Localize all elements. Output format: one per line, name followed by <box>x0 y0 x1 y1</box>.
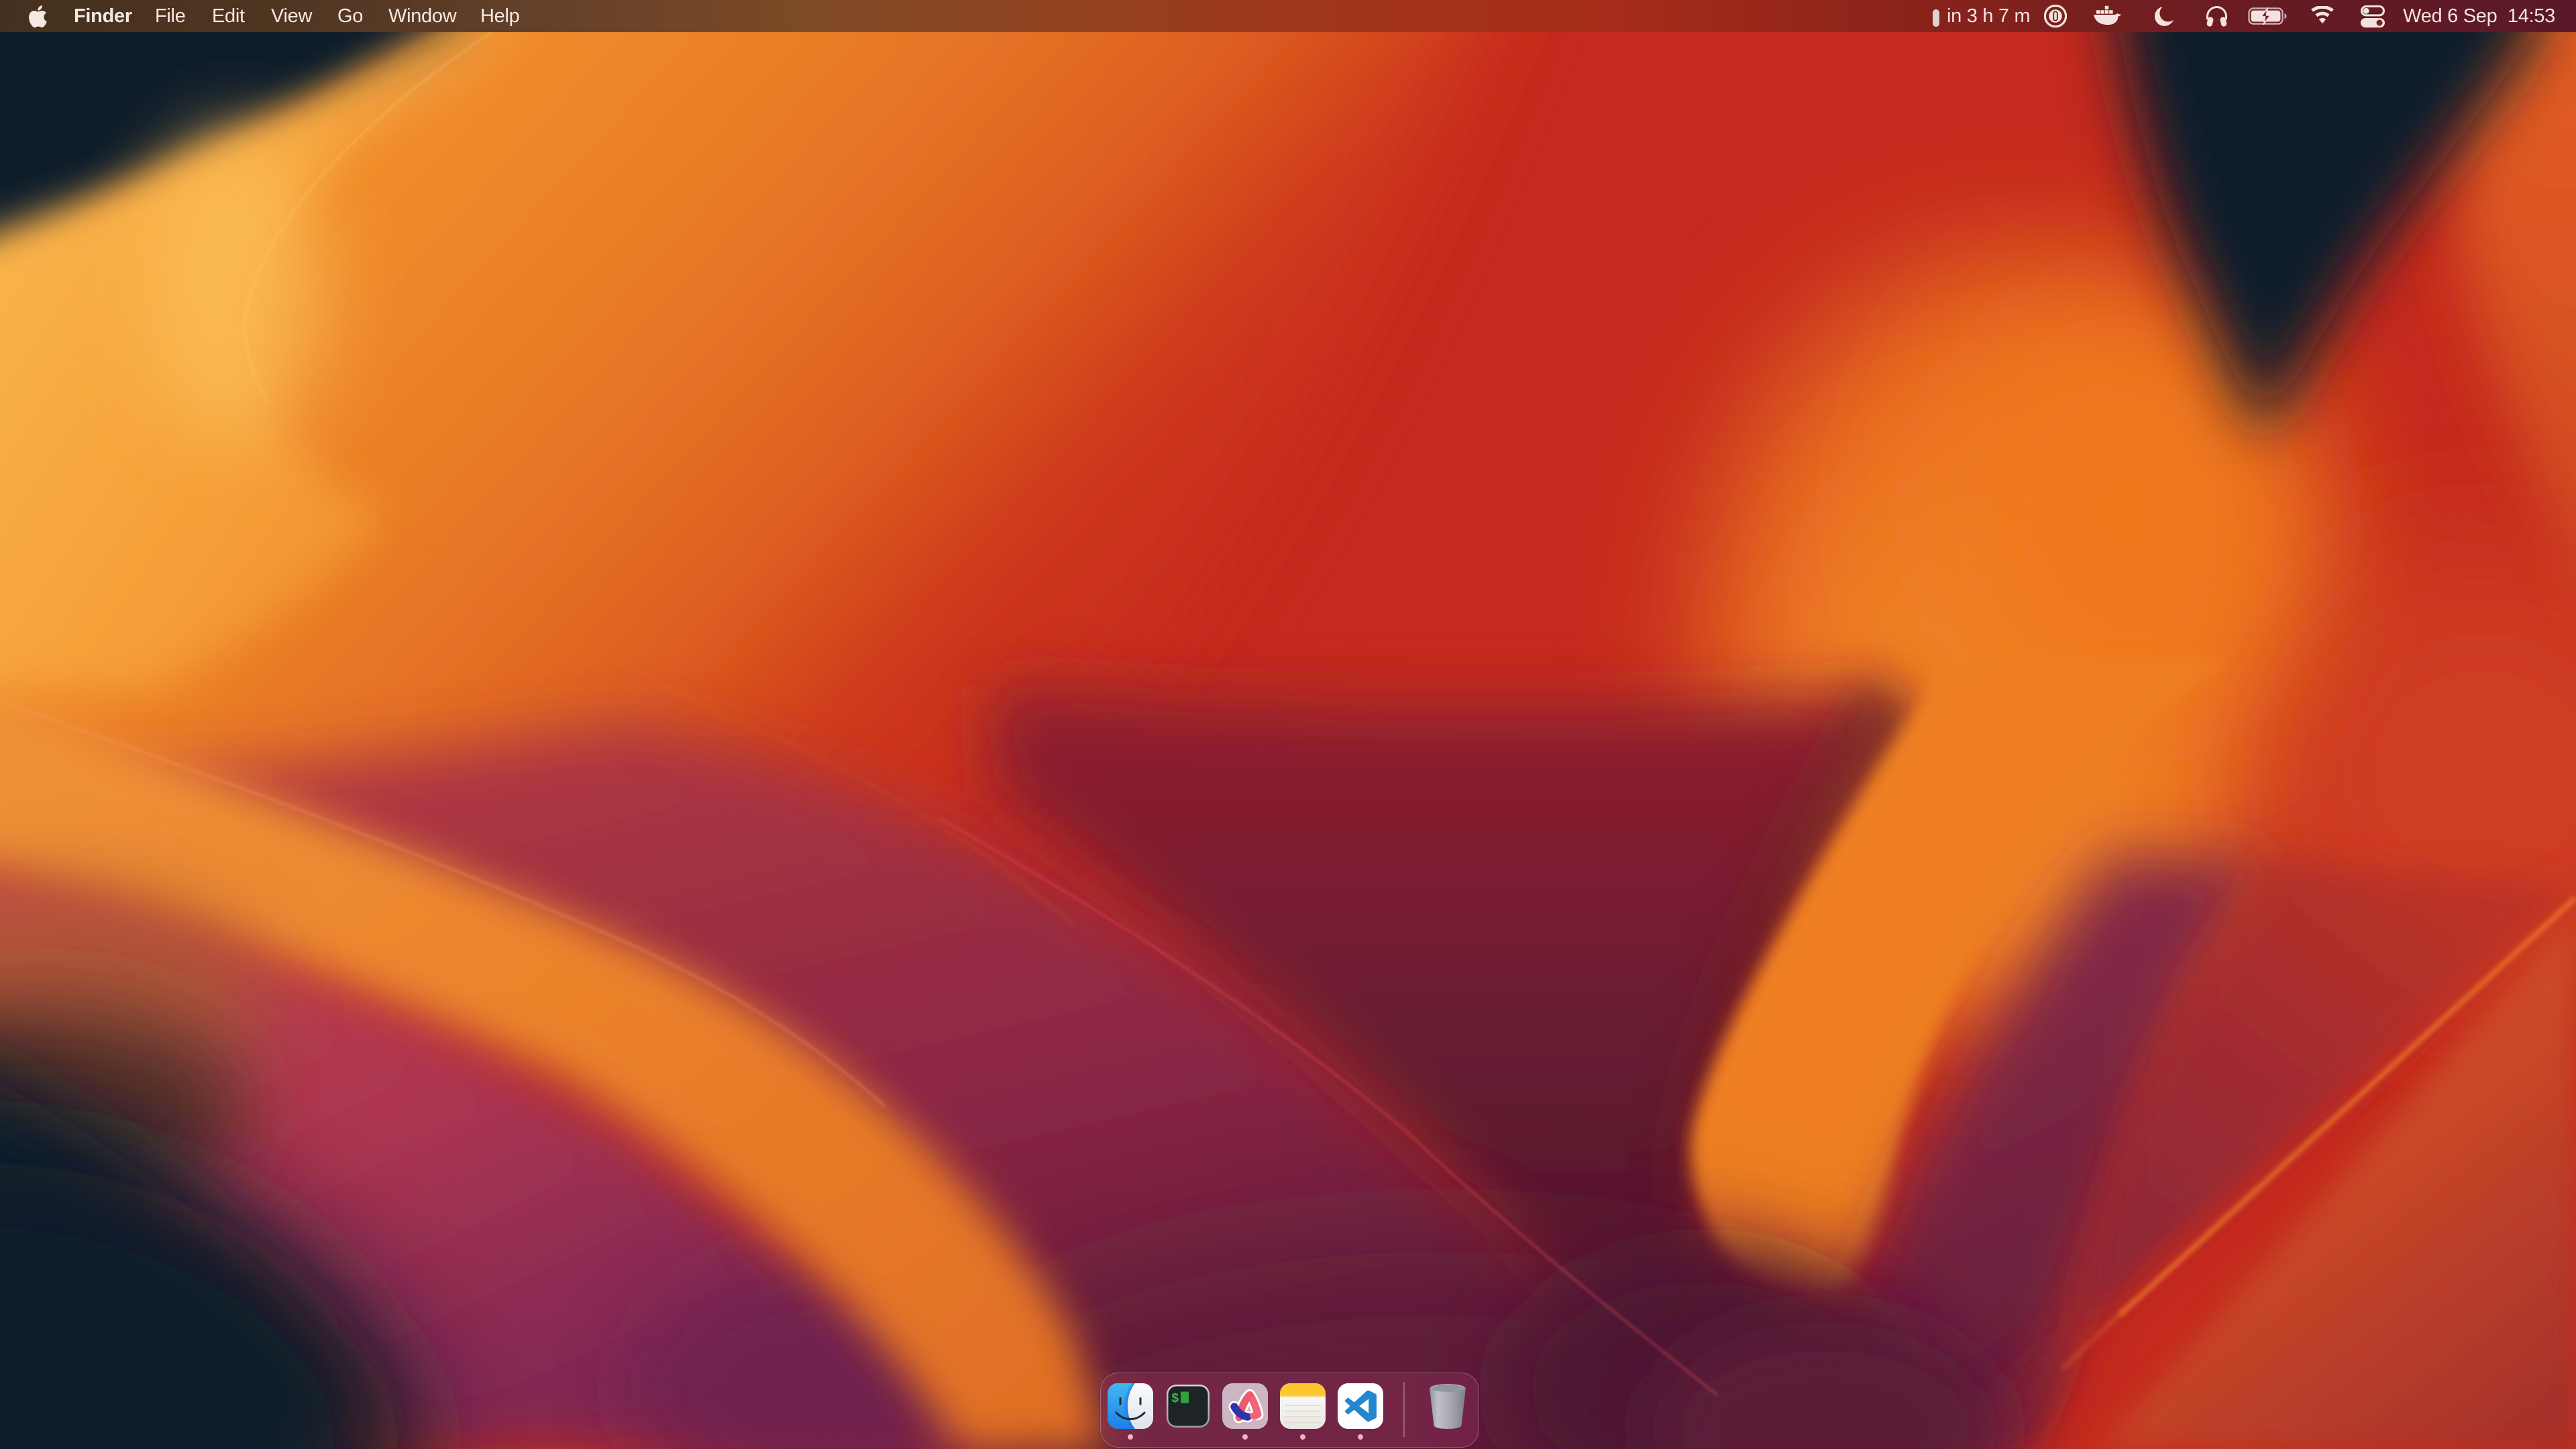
svg-text:$: $ <box>1171 1391 1179 1406</box>
